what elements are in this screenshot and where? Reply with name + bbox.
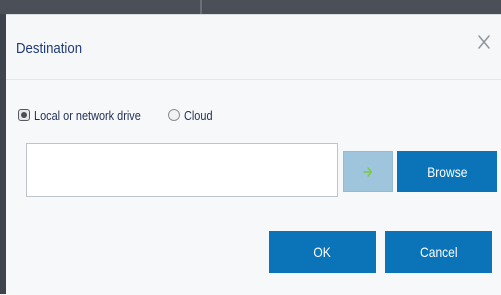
- cancel-button[interactable]: Cancel: [385, 231, 492, 273]
- cloud-label[interactable]: Cloud: [184, 108, 213, 123]
- go-button[interactable]: [343, 151, 393, 192]
- close-icon[interactable]: [477, 33, 491, 51]
- browse-button-label: Browse: [426, 163, 468, 180]
- local-network-drive-radio[interactable]: [18, 109, 30, 121]
- destination-type-radio-group: Local or network drive Cloud: [18, 106, 222, 124]
- cancel-button-label: Cancel: [419, 244, 458, 260]
- ok-button-label: OK: [313, 244, 332, 260]
- local-network-drive-label[interactable]: Local or network drive: [34, 108, 142, 123]
- cloud-radio[interactable]: [168, 109, 180, 121]
- browse-button[interactable]: Browse: [397, 151, 497, 192]
- ok-button[interactable]: OK: [269, 231, 376, 273]
- dialog-header: Destination: [6, 15, 501, 80]
- dialog-title: Destination: [16, 40, 83, 57]
- arrow-right-icon: [363, 166, 373, 177]
- destination-dialog: Destination Local or network drive Cloud…: [6, 14, 501, 295]
- destination-path-input[interactable]: [26, 143, 338, 197]
- background-divider: [200, 0, 202, 14]
- background-window-strip: [0, 0, 501, 14]
